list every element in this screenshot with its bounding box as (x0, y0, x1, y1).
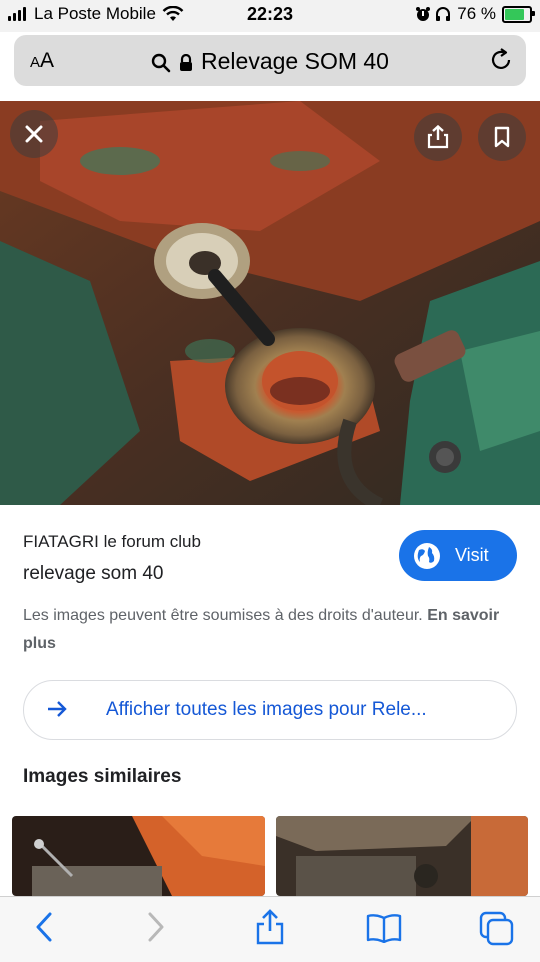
source-name[interactable]: FIATAGRI le forum club (23, 532, 201, 552)
book-icon[interactable] (366, 913, 402, 943)
bottom-toolbar (0, 896, 540, 962)
copyright-notice: Les images peuvent être soumises à des d… (23, 602, 503, 658)
battery-percent: 76 % (457, 4, 496, 23)
result-image[interactable] (0, 101, 540, 505)
battery-icon (502, 5, 535, 23)
share-button[interactable] (414, 113, 462, 161)
address-bar[interactable]: AA Relevage SOM 40 (14, 35, 526, 86)
arrow-right-icon (48, 701, 67, 717)
url-display[interactable]: Relevage SOM 40 (14, 48, 526, 75)
close-button[interactable] (10, 110, 58, 158)
machine-photo (0, 101, 540, 505)
chevron-right-icon[interactable] (146, 911, 166, 943)
search-icon (151, 53, 171, 73)
similar-image-1[interactable] (12, 816, 265, 896)
url-text: Relevage SOM 40 (201, 48, 389, 74)
copyright-text: Les images peuvent être soumises à des d… (23, 607, 423, 624)
globe-icon (414, 542, 440, 569)
similar-image-1-photo (12, 816, 265, 896)
reload-icon[interactable] (488, 47, 514, 73)
close-icon (25, 125, 43, 143)
similar-images-heading: Images similaires (23, 766, 182, 787)
chevron-left-icon[interactable] (34, 911, 54, 943)
status-right-group: 76 % (415, 4, 535, 24)
status-bar: La Poste Mobile 22:23 76 % (0, 0, 540, 32)
headphones-icon (436, 7, 451, 21)
visit-button[interactable]: Visit (399, 530, 517, 581)
see-all-label: Afficher toutes les images pour Rele... (106, 699, 427, 720)
share-icon (427, 125, 449, 149)
bookmark-icon (494, 126, 510, 148)
tabs-icon[interactable] (479, 911, 515, 947)
alarm-icon (416, 7, 431, 21)
see-all-images-button[interactable]: Afficher toutes les images pour Rele... (23, 680, 517, 740)
similar-image-2[interactable] (276, 816, 528, 896)
share-icon[interactable] (255, 909, 285, 945)
result-title[interactable]: relevage som 40 (23, 563, 163, 585)
similar-image-2-photo (276, 816, 528, 896)
lock-icon (180, 53, 193, 71)
bookmark-button[interactable] (478, 113, 526, 161)
visit-label: Visit (455, 545, 489, 565)
